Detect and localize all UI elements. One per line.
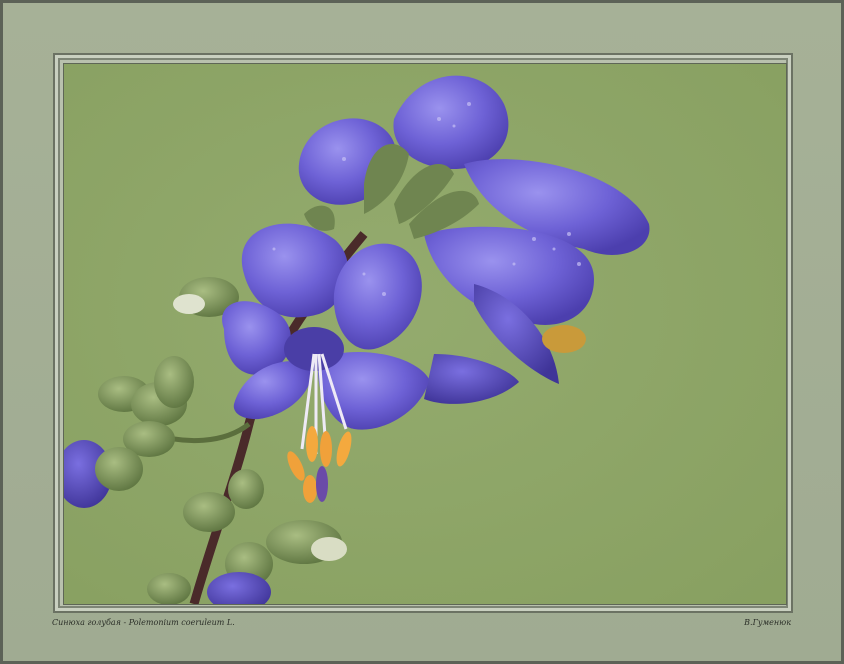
caption-author: В.Гуменюк <box>744 618 791 627</box>
flower-photo <box>64 64 786 604</box>
caption-species: Синюха голубая - Polemonium coeruleum L. <box>52 618 235 627</box>
polemonium-illustration <box>64 64 786 604</box>
photo-frame: Синюха голубая - Polemonium coeruleum L.… <box>0 0 844 664</box>
